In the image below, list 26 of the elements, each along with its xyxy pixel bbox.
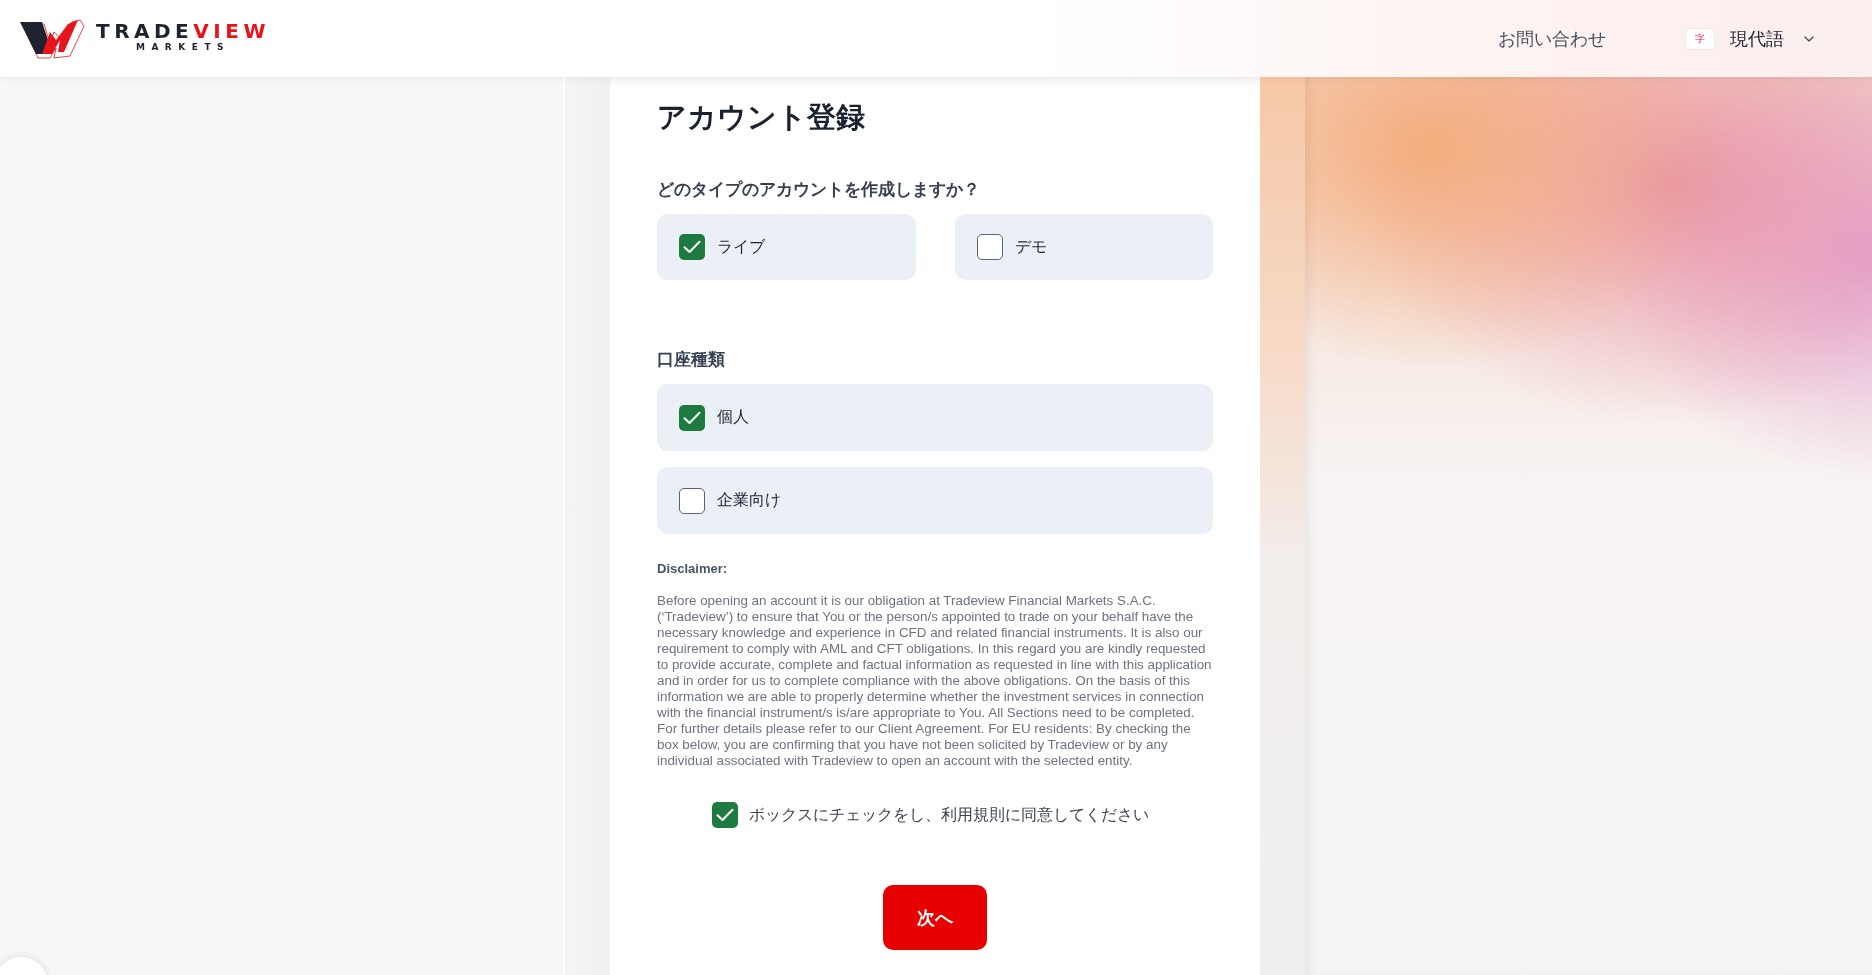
check-icon: [683, 240, 701, 254]
section-heading: 口座種類: [657, 349, 726, 371]
page-title: アカウント登録: [657, 100, 866, 135]
disclaimer-text: Before opening an account it is our obligation at Tradeview Financial Markets S.A.C. (‘Tradeview’) to ensure that You or the person/s appointed to trade on your behalf have the necessary knowledge and experience in CFD and related financial instruments. It is also our requirement to comply with AML and CFT obligations. In this regard you are kindly requested to provide accurate, complete and factual information as requested in line with this application and in order for us to complete compliance with the above obligations. On the basis of this information we are able to properly determine whether the investment services in connection with the financial instrument/s is/are appropriate to You. All Sections need to be completed. For further details please refer to our Client Agreement. For EU residents: By checking the box below, you are confirming that you have not been solicited by Tradeview or by any individual associated with Tradeview to open an account with the selected entity.: [657, 593, 1213, 769]
check-icon: [715, 808, 734, 822]
checkbox[interactable]: [679, 487, 705, 514]
next-button[interactable]: 次へ: [883, 885, 987, 950]
checkbox[interactable]: [679, 404, 705, 431]
contact-link[interactable]: お問い合わせ: [1498, 26, 1606, 51]
option-card[interactable]: 個人: [657, 384, 1213, 451]
disclaimer-heading: Disclaimer:: [657, 560, 729, 578]
checkbox[interactable]: [679, 234, 705, 260]
logo-mark-icon: [20, 17, 86, 60]
language-badge: 字: [1686, 28, 1714, 49]
check-icon: [683, 410, 701, 425]
chevron-down-icon: [1804, 35, 1814, 42]
checkbox[interactable]: [711, 802, 738, 828]
option-card[interactable]: デモ: [954, 214, 1213, 280]
question-heading: どのタイプのアカウントを作成しますか？: [657, 179, 981, 201]
option-card[interactable]: 企業向け: [657, 467, 1213, 534]
option-card[interactable]: ライブ: [657, 214, 916, 280]
checkbox[interactable]: [976, 234, 1003, 260]
agreement-label: ボックスにチェックをし、利用規則に同意してください: [748, 804, 1149, 825]
language-selector[interactable]: 字 現代語: [1686, 26, 1814, 51]
logo-tagline: MARKETS: [135, 42, 231, 53]
logo-wordmark: TRADE VIEW: [96, 20, 270, 42]
